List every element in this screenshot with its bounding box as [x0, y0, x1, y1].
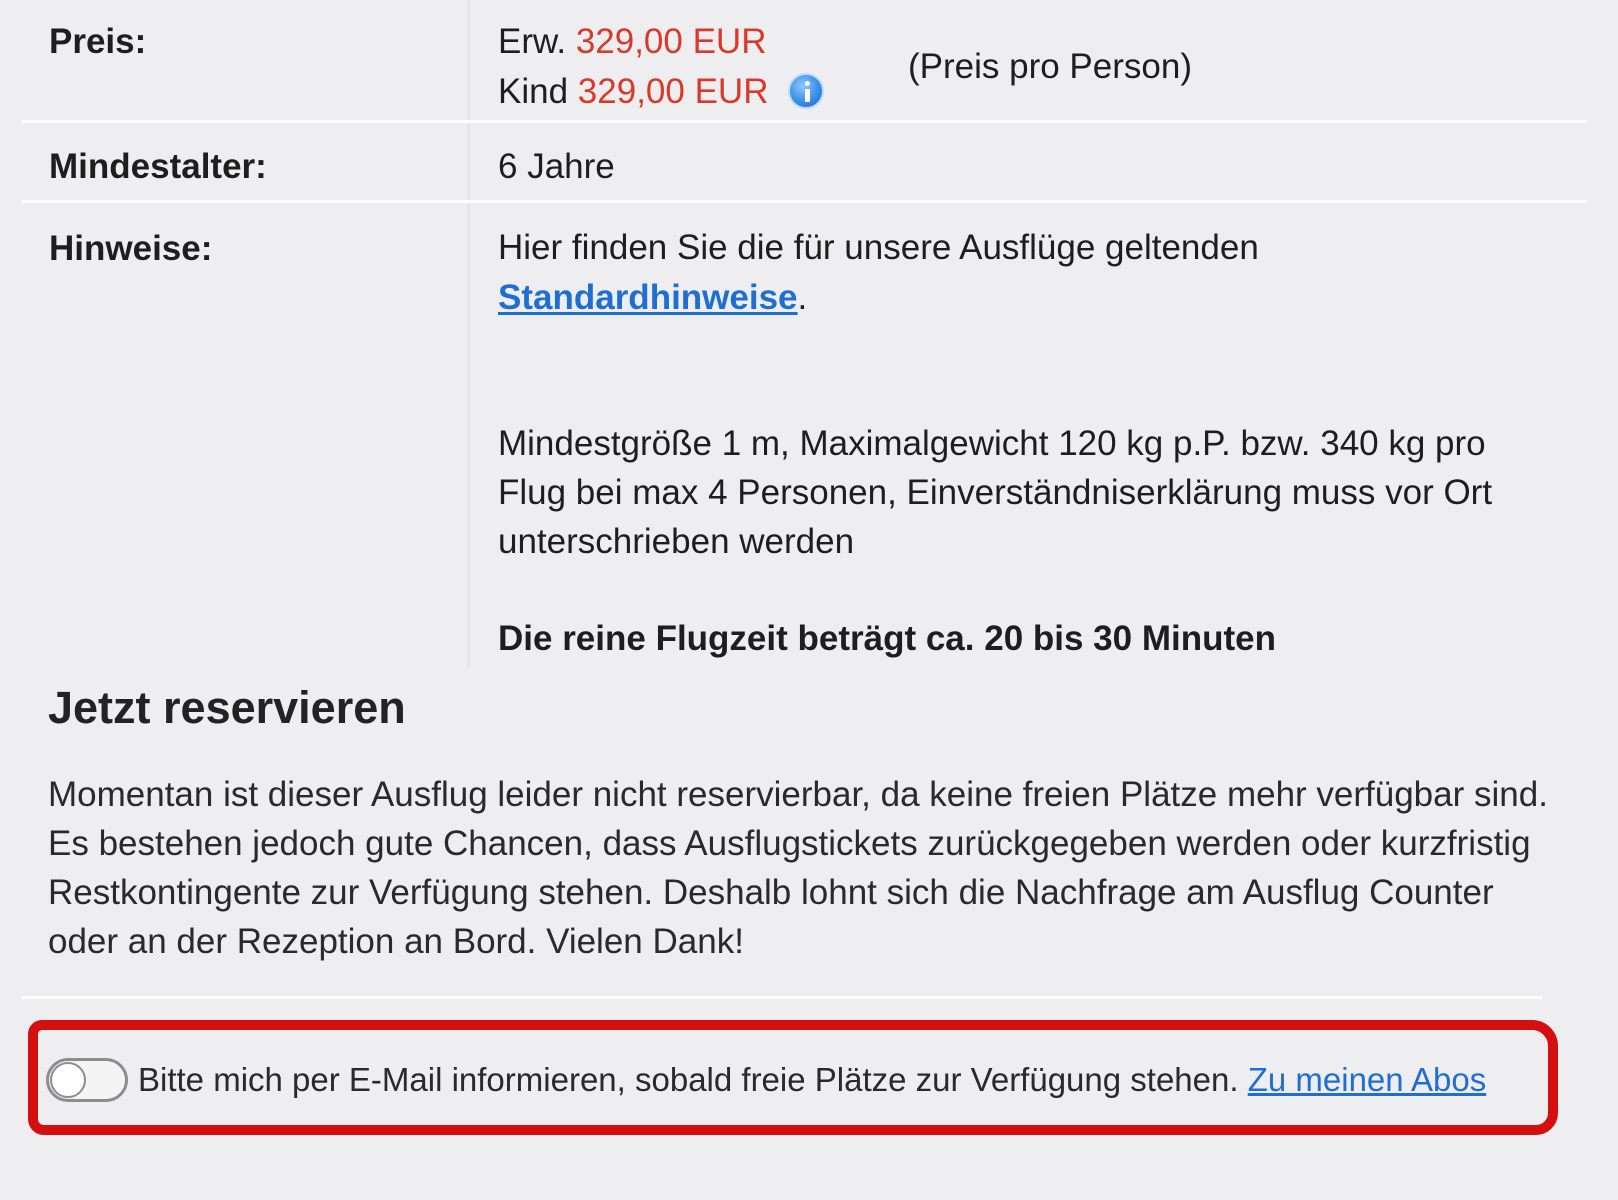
section-divider [22, 996, 1542, 999]
email-notify-row: Bitte mich per E-Mail informieren, sobal… [28, 1020, 1558, 1135]
toggle-knob [50, 1062, 86, 1098]
info-icon[interactable] [788, 73, 825, 109]
flight-time-note: Die reine Flugzeit beträgt ca. 20 bis 30… [498, 619, 1276, 658]
notes-link-line: Standardhinweise. [498, 273, 1587, 323]
price-lines: Erw. 329,00 EUR Kind 329,00 EUR [498, 17, 908, 123]
email-notify-text: Bitte mich per E-Mail informieren, sobal… [138, 1061, 1239, 1098]
notes-intro: Hier finden Sie die für unsere Ausflüge … [498, 228, 1259, 267]
my-subscriptions-link[interactable]: Zu meinen Abos [1248, 1061, 1486, 1098]
email-notify-toggle[interactable] [46, 1058, 128, 1102]
notes-detail: Mindestgröße 1 m, Maximalgewicht 120 kg … [498, 424, 1493, 561]
email-notify-label: Bitte mich per E-Mail informieren, sobal… [138, 1058, 1486, 1102]
child-price: Kind 329,00 EUR [498, 67, 908, 117]
child-price-prefix: Kind [498, 72, 569, 111]
adult-price-amount: 329,00 EUR [575, 22, 767, 61]
notes-row: Hinweise: Hier finden Sie die für unsere… [22, 203, 1587, 668]
price-row: Preis: Erw. 329,00 EUR Kind 329,00 EUR (… [22, 0, 1587, 123]
notes-label: Hinweise: [49, 229, 213, 268]
price-value: Erw. 329,00 EUR Kind 329,00 EUR (Preis p… [467, 0, 1587, 123]
adult-price-prefix: Erw. [498, 22, 567, 61]
min-age-label: Mindestalter: [49, 147, 267, 186]
notes-value: Hier finden Sie die für unsere Ausflüge … [467, 203, 1587, 668]
excursion-details-page: Preis: Erw. 329,00 EUR Kind 329,00 EUR (… [0, 0, 1618, 1200]
notes-link-suffix: . [797, 278, 808, 317]
details-table: Preis: Erw. 329,00 EUR Kind 329,00 EUR (… [22, 0, 1587, 668]
min-age-value: 6 Jahre [467, 123, 1587, 203]
reserve-heading: Jetzt reservieren [48, 682, 406, 733]
price-per-person-note: (Preis pro Person) [908, 47, 1192, 86]
adult-price: Erw. 329,00 EUR [498, 17, 908, 67]
reserve-message: Momentan ist dieser Ausflug leider nicht… [48, 775, 1548, 961]
child-price-amount: 329,00 EUR [577, 72, 769, 111]
min-age-row: Mindestalter: 6 Jahre [22, 123, 1587, 203]
standard-notes-link[interactable]: Standardhinweise [498, 278, 798, 317]
price-label: Preis: [49, 22, 147, 61]
